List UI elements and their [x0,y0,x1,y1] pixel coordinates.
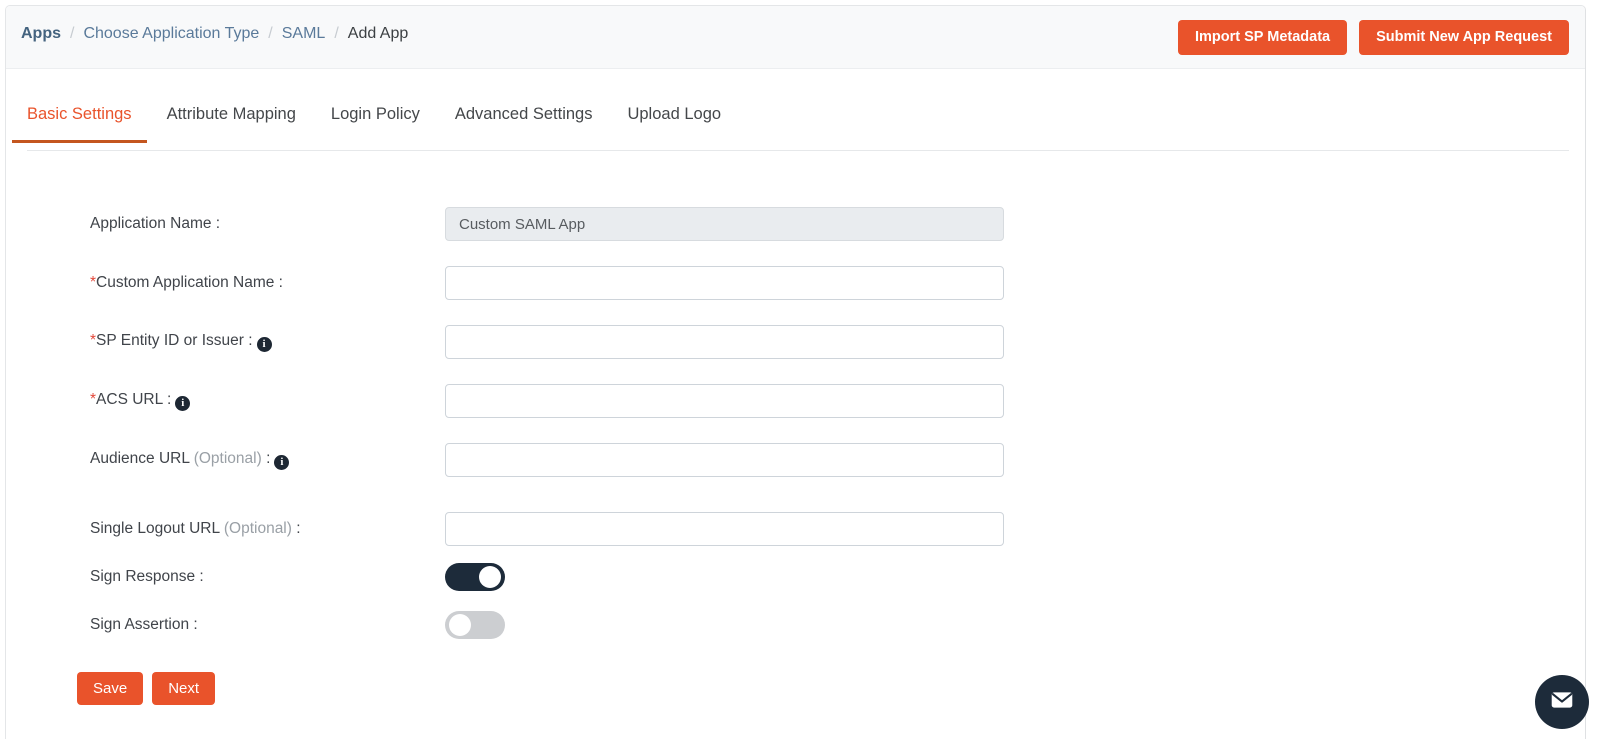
single-logout-url-input[interactable] [445,512,1004,546]
page-header: Apps / Choose Application Type / SAML / … [6,6,1585,69]
breadcrumb-item-add-app: Add App [347,25,409,42]
breadcrumb-separator: / [70,25,75,42]
breadcrumb-separator: / [334,25,339,42]
sign-assertion-label: Sign Assertion : [90,616,198,633]
tab-bar-divider [27,150,1569,151]
info-icon[interactable]: i [256,337,272,352]
custom-application-name-input[interactable] [445,266,1004,300]
breadcrumb-item-choose-application-type[interactable]: Choose Application Type [83,25,259,43]
audience-url-label: Audience URL (Optional) :i [90,450,435,470]
page-root: Apps / Choose Application Type / SAML / … [0,0,1603,739]
breadcrumb: Apps / Choose Application Type / SAML / … [21,25,408,43]
tab-login-policy[interactable]: Login Policy [331,105,420,143]
chat-support-button[interactable] [1535,675,1589,729]
toggle-knob [479,566,501,588]
form-actions: Save Next [77,672,216,705]
form-row-sign-assertion: Sign Assertion : [6,611,1585,639]
form-row-application-name: Application Name : [6,207,1585,241]
custom-application-name-label: *Custom Application Name : [90,274,283,291]
toggle-knob [449,614,471,636]
application-name-label: Application Name : [90,215,221,232]
header-actions: Import SP Metadata Submit New App Reques… [1178,20,1569,55]
save-button[interactable]: Save [77,672,144,705]
tab-basic-settings[interactable]: Basic Settings [12,105,147,143]
tab-bar: Basic Settings Attribute Mapping Login P… [6,69,1585,151]
next-button[interactable]: Next [152,672,216,705]
breadcrumb-separator: / [268,25,273,42]
form-row-audience-url: Audience URL (Optional) :i [6,443,1585,477]
submit-new-app-request-button[interactable]: Submit New App Request [1359,20,1569,55]
tab-advanced-settings[interactable]: Advanced Settings [455,105,593,143]
info-icon[interactable]: i [274,455,290,470]
tab-attribute-mapping[interactable]: Attribute Mapping [167,105,296,143]
form-row-sp-entity-id: *SP Entity ID or Issuer :i [6,325,1585,359]
sp-entity-id-input[interactable] [445,325,1004,359]
acs-url-input[interactable] [445,384,1004,418]
sp-entity-id-label: *SP Entity ID or Issuer :i [90,332,435,352]
sign-response-toggle[interactable] [445,563,505,591]
breadcrumb-item-saml[interactable]: SAML [282,25,326,43]
info-icon[interactable]: i [175,396,191,411]
breadcrumb-item-apps[interactable]: Apps [21,25,61,43]
content-panel: Apps / Choose Application Type / SAML / … [5,5,1586,739]
audience-url-input[interactable] [445,443,1004,477]
form-row-custom-application-name: *Custom Application Name : [6,266,1585,300]
sign-response-label: Sign Response : [90,568,204,585]
application-name-input [445,207,1004,241]
envelope-icon [1549,687,1575,718]
acs-url-label: *ACS URL :i [90,391,435,411]
form-row-single-logout-url: Single Logout URL (Optional) : [6,512,1585,546]
sign-assertion-toggle[interactable] [445,611,505,639]
import-sp-metadata-button[interactable]: Import SP Metadata [1178,20,1348,55]
form-row-sign-response: Sign Response : [6,563,1585,591]
tab-upload-logo[interactable]: Upload Logo [627,105,721,143]
single-logout-url-label: Single Logout URL (Optional) : [90,520,301,537]
form-row-acs-url: *ACS URL :i [6,384,1585,418]
